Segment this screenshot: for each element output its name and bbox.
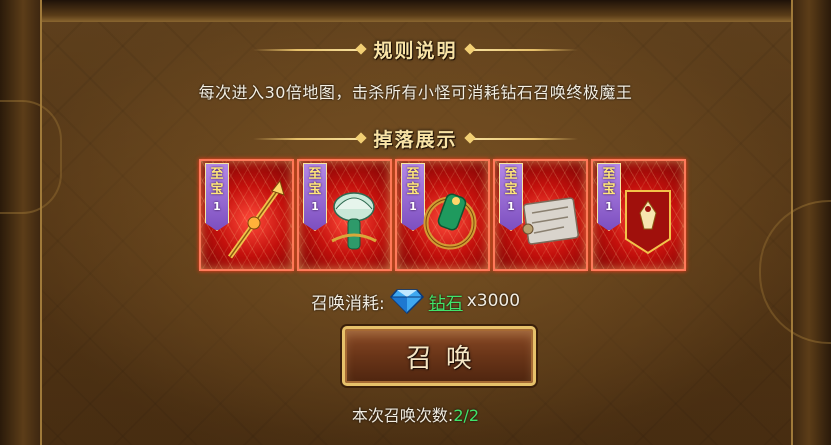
badge-tier: 1	[213, 200, 221, 213]
summon-cost: 召唤消耗: 钻石 x3000	[0, 288, 831, 314]
badge-char: 至	[504, 167, 518, 182]
drop-item[interactable]: 至 宝 1	[199, 159, 294, 271]
title-divider-left	[253, 137, 364, 140]
count-value: 2/2	[453, 406, 480, 425]
drops-title: 掉落展示	[0, 125, 831, 152]
rules-title-text: 规则说明	[373, 40, 458, 62]
summon-button[interactable]: 召唤	[342, 326, 536, 386]
frame-top	[0, 0, 831, 22]
drop-item[interactable]: 至 宝 1	[591, 159, 686, 271]
rules-description: 每次进入30倍地图，击杀所有小怪可消耗钻石召唤终极魔王	[198, 83, 633, 102]
badge-tier: 1	[605, 200, 613, 213]
red-banner-icon	[625, 190, 671, 255]
cost-label: 召唤消耗:	[310, 293, 385, 314]
jade-ring-icon	[423, 193, 477, 250]
badge-char: 宝	[308, 182, 322, 197]
badge-tier: 1	[311, 200, 319, 213]
frame-left	[0, 0, 42, 445]
drop-items-list: 至 宝 1 至 宝 1 至 宝 1 至 宝 1 至 宝 1	[199, 159, 687, 275]
summon-count: 本次召唤次数:2/2	[0, 402, 831, 426]
rules-title: 规则说明	[0, 36, 831, 63]
title-divider-right	[467, 137, 578, 140]
drop-item[interactable]: 至 宝 1	[395, 159, 490, 271]
badge-char: 宝	[406, 182, 420, 197]
diamond-icon	[389, 289, 424, 314]
drop-item[interactable]: 至 宝 1	[493, 159, 588, 271]
drop-item[interactable]: 至 宝 1	[297, 159, 392, 271]
badge-tier: 1	[409, 200, 417, 213]
badge-char: 至	[406, 167, 420, 182]
drops-title-text: 掉落展示	[373, 129, 458, 151]
badge-char: 宝	[504, 182, 518, 197]
golden-spear-icon	[227, 179, 285, 259]
badge-char: 至	[602, 167, 616, 182]
cost-currency-link[interactable]: 钻石	[429, 289, 463, 314]
count-label: 本次召唤次数:	[351, 406, 454, 425]
badge-char: 至	[210, 167, 224, 182]
badge-char: 宝	[210, 182, 224, 197]
title-divider-left	[253, 48, 364, 51]
badge-tier: 1	[507, 200, 515, 213]
silver-scroll-icon	[522, 197, 579, 245]
cost-amount: x3000	[466, 291, 521, 311]
badge-char: 宝	[602, 182, 616, 197]
jade-lotus-icon	[331, 192, 377, 250]
title-divider-right	[467, 48, 578, 51]
badge-char: 至	[308, 167, 322, 182]
